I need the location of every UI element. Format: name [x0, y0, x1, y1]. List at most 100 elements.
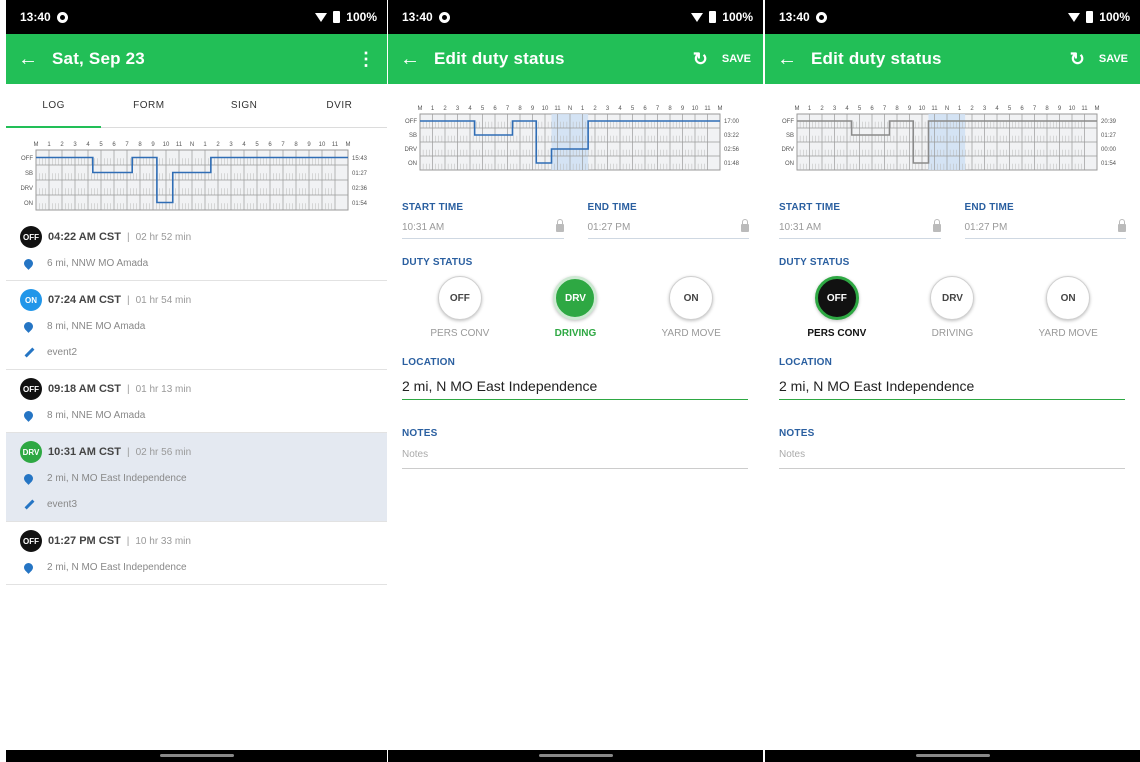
event-list-item[interactable]: DRV 10:31 AM CST | 02 hr 56 min 2 mi, N MO E… [6, 433, 387, 522]
battery-level: 100% [722, 10, 753, 24]
event-header: DRV 10:31 AM CST | 02 hr 56 min [20, 439, 373, 465]
lock-icon [555, 218, 564, 232]
event-time: 04:22 AM CST [48, 231, 121, 243]
hour-label: M [34, 142, 39, 148]
hour-label: 11 [704, 106, 711, 112]
event-duration: 01 hr 13 min [135, 383, 192, 395]
location-pin-icon [22, 319, 35, 333]
refresh-icon[interactable]: ↻ [1070, 49, 1085, 70]
nav-bar [388, 750, 763, 762]
tab-log[interactable]: LOG [6, 84, 102, 128]
duty-circle-drv[interactable]: DRV [553, 276, 598, 320]
duty-circle-on[interactable]: ON [1046, 276, 1091, 320]
duty-option-off[interactable]: OFF PERS CONV [410, 276, 510, 339]
event-location: 8 mi, NNE MO Amada [47, 409, 146, 421]
duty-circle-off[interactable]: OFF [814, 276, 859, 320]
status-row-label: DRV [20, 186, 33, 192]
hour-label: 4 [468, 106, 472, 112]
hour-label: 10 [919, 106, 926, 112]
refresh-icon[interactable]: ↻ [693, 49, 708, 70]
status-row-label: OFF [782, 119, 794, 125]
app-bar: ← Sat, Sep 23 ⋮ [6, 34, 387, 84]
location-input[interactable]: 2 mi, N MO East Independence [779, 378, 1125, 400]
start-time-field[interactable]: 10:31 AM [779, 217, 941, 239]
home-handle[interactable] [538, 754, 613, 757]
hour-label: 10 [692, 106, 699, 112]
hour-label: 4 [995, 106, 999, 112]
hour-label: M [1095, 106, 1100, 112]
hour-label: M [418, 106, 423, 112]
duty-option-label: PERS CONV [430, 328, 490, 339]
hour-label: 8 [895, 106, 899, 112]
hour-label: 2 [216, 142, 220, 148]
duty-option-drv[interactable]: DRV DRIVING [525, 276, 625, 339]
hour-label: 9 [531, 106, 535, 112]
tab-form[interactable]: FORM [101, 84, 196, 127]
duty-circle-drv[interactable]: DRV [930, 276, 975, 320]
hour-label: N [945, 106, 949, 112]
end-time-field[interactable]: 01:27 PM [587, 217, 749, 239]
back-arrow-icon[interactable]: ← [400, 48, 434, 71]
duty-badge: OFF [20, 226, 42, 248]
event-list-item[interactable]: OFF 01:27 PM CST | 10 hr 33 min 2 mi, N MO E… [6, 522, 387, 585]
hour-label: 11 [931, 106, 938, 112]
event-detail-row: 6 mi, NNW MO Amada [20, 250, 373, 276]
hour-label: 7 [125, 142, 129, 148]
end-time-field[interactable]: 01:27 PM [964, 217, 1126, 239]
hour-label: 7 [506, 106, 510, 112]
duty-option-label: YARD MOVE [1038, 328, 1098, 339]
log-graph[interactable]: M 1 2 3 4 5 6 7 8 9 10 11 N 1 2 3 4 5 6 7 8 9 10 11 M OFF SB DRV ON 1… [6, 128, 387, 218]
back-arrow-icon[interactable]: ← [18, 48, 52, 71]
edit-graph[interactable]: M 1 2 3 4 5 6 7 8 9 10 11 N 1 2 3 4 5 6 7 8 9 10 11 M OFF SB DRV ON 1… [388, 84, 763, 188]
hour-label: 11 [332, 142, 339, 148]
wifi-icon [1068, 12, 1081, 22]
hour-label: 6 [870, 106, 874, 112]
tab-dvir[interactable]: DVIR [292, 84, 387, 127]
status-row-total: 00:00 [1101, 147, 1117, 153]
duty-status-label: DUTY STATUS [402, 257, 473, 268]
hour-label: 8 [294, 142, 298, 148]
location-label: LOCATION [779, 357, 833, 368]
duty-option-drv[interactable]: DRV DRIVING [902, 276, 1002, 339]
event-list-item[interactable]: ON 07:24 AM CST | 01 hr 54 min 8 mi, NNE MO … [6, 281, 387, 370]
hour-label: 6 [1020, 106, 1024, 112]
event-list-item[interactable]: OFF 04:22 AM CST | 02 hr 52 min 6 mi, NNW MO… [6, 218, 387, 281]
duty-circle-on[interactable]: ON [669, 276, 714, 320]
duty-option-on[interactable]: ON YARD MOVE [1018, 276, 1118, 339]
duty-option-off[interactable]: OFF PERS CONV [787, 276, 887, 339]
hour-label: M [795, 106, 800, 112]
notes-input[interactable]: Notes [779, 449, 1125, 469]
event-duration: 02 hr 56 min [135, 446, 192, 458]
overflow-menu-icon[interactable]: ⋮ [357, 49, 375, 70]
wifi-icon [691, 12, 704, 22]
event-list-item[interactable]: OFF 09:18 AM CST | 01 hr 13 min 8 mi, NNE MO… [6, 370, 387, 433]
hour-label: 1 [47, 142, 51, 148]
home-handle[interactable] [915, 754, 990, 757]
location-input[interactable]: 2 mi, N MO East Independence [402, 378, 748, 400]
edit-graph[interactable]: M 1 2 3 4 5 6 7 8 9 10 11 N 1 2 3 4 5 6 7 8 9 10 11 M OFF SB DRV ON 2… [765, 84, 1140, 188]
duty-option-on[interactable]: ON YARD MOVE [641, 276, 741, 339]
notes-input[interactable]: Notes [402, 449, 748, 469]
lock-icon [741, 218, 749, 232]
hour-label: 2 [443, 106, 447, 112]
home-handle[interactable] [159, 754, 234, 757]
start-time-value: 10:31 AM [402, 222, 445, 233]
status-row-label: OFF [21, 156, 33, 162]
back-arrow-icon[interactable]: ← [777, 48, 811, 71]
edit-form: START TIME 10:31 AM END TIME 01:27 PM DU… [388, 202, 763, 469]
duty-status-graph: M 1 2 3 4 5 6 7 8 9 10 11 N 1 2 3 4 5 6 7 8 9 10 11 M OFF SB DRV ON 1… [20, 142, 368, 211]
hour-label: 11 [176, 142, 183, 148]
save-button[interactable]: SAVE [1099, 53, 1128, 65]
start-time-field[interactable]: 10:31 AM [402, 217, 564, 239]
hour-label: 10 [542, 106, 549, 112]
save-button[interactable]: SAVE [722, 53, 751, 65]
hour-label: 6 [268, 142, 272, 148]
tab-sign[interactable]: SIGN [197, 84, 292, 127]
event-time: 07:24 AM CST [48, 294, 121, 306]
duty-badge: OFF [20, 530, 42, 552]
duty-circle-off[interactable]: OFF [437, 276, 482, 320]
page-title: Edit duty status [811, 49, 942, 68]
hour-label: 3 [73, 142, 77, 148]
separator: | [126, 446, 130, 458]
log-screen: 13:40 100% ← Sat, Sep 23 ⋮ LOG FORM SIGN… [6, 0, 387, 762]
